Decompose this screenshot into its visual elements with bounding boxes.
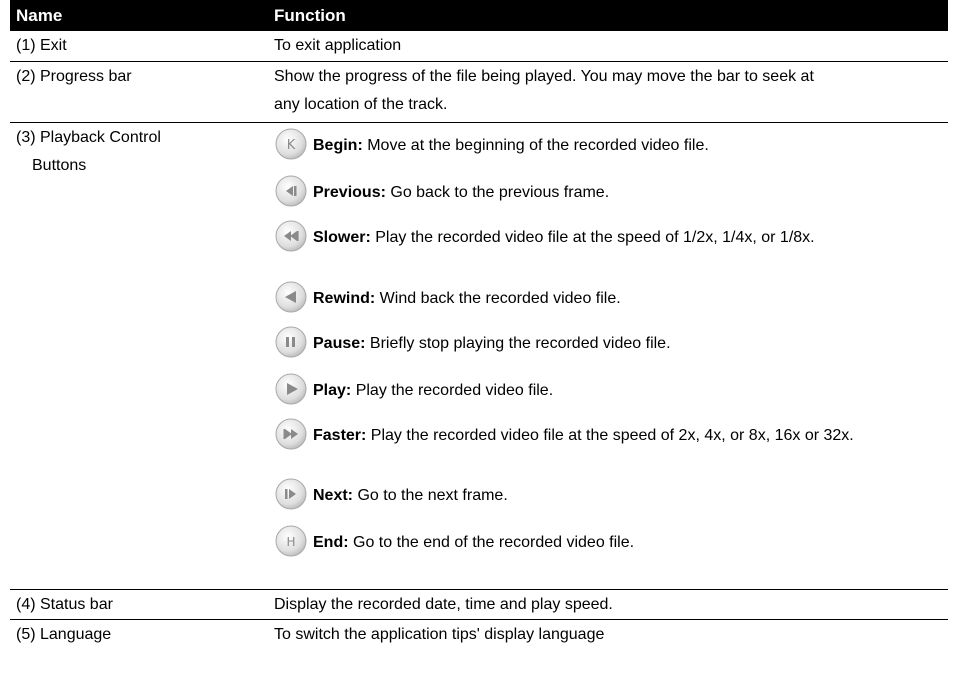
button-description: Rewind: Wind back the recorded video fil… bbox=[313, 282, 933, 313]
button-desc: Play the recorded video file at the spee… bbox=[370, 229, 815, 246]
playback-button-item: Previous: Go back to the previous frame. bbox=[274, 174, 933, 208]
header-function: Function bbox=[274, 6, 346, 25]
button-label: Next: bbox=[313, 487, 354, 504]
playback-button-item: K Begin: Move at the beginning of the rec… bbox=[274, 127, 933, 161]
row-function: To switch the application tips' display … bbox=[274, 626, 605, 643]
row-name: (2) Progress bar bbox=[16, 68, 132, 85]
button-description: End: Go to the end of the recorded video… bbox=[313, 526, 933, 557]
button-desc: Go to the next frame. bbox=[353, 487, 508, 504]
row-name-line2: Buttons bbox=[32, 157, 87, 174]
play-icon bbox=[274, 372, 308, 406]
table-row: (5) Language To switch the application t… bbox=[10, 620, 948, 650]
button-desc: Play the recorded video file. bbox=[351, 382, 554, 399]
button-description: Next: Go to the next frame. bbox=[313, 479, 933, 510]
table-header: Name Function bbox=[10, 0, 948, 31]
table-row: (1) Exit To exit application bbox=[10, 31, 948, 62]
button-description: Previous: Go back to the previous frame. bbox=[313, 176, 933, 207]
playback-button-item: H End: Go to the end of the recorded vide… bbox=[274, 524, 933, 558]
end-icon: H bbox=[274, 524, 308, 558]
playback-button-item: Next: Go to the next frame. bbox=[274, 477, 933, 511]
playback-button-item: Faster: Play the recorded video file at … bbox=[274, 417, 933, 451]
row-function: Display the recorded date, time and play… bbox=[274, 596, 613, 613]
button-label: End: bbox=[313, 534, 349, 551]
row-function: Show the progress of the file being play… bbox=[274, 68, 814, 113]
button-label: Faster: bbox=[313, 427, 367, 444]
function-table: Name Function (1) Exit To exit applicati… bbox=[10, 0, 948, 650]
pause-icon bbox=[274, 325, 308, 359]
button-desc: Briefly stop playing the recorded video … bbox=[365, 335, 671, 352]
button-label: Begin: bbox=[313, 137, 363, 154]
row-function: To exit application bbox=[274, 37, 402, 54]
header-name: Name bbox=[16, 6, 63, 25]
button-label: Slower: bbox=[313, 229, 371, 246]
button-description: Play: Play the recorded video file. bbox=[313, 374, 933, 405]
button-label: Rewind: bbox=[313, 290, 376, 307]
svg-text:K: K bbox=[287, 138, 296, 153]
svg-text:H: H bbox=[286, 535, 295, 549]
button-desc: Play the recorded video file at the spee… bbox=[366, 427, 854, 444]
table-row: (2) Progress bar Show the progress of th… bbox=[10, 62, 948, 123]
button-description: Slower: Play the recorded video file at … bbox=[313, 221, 933, 252]
button-desc: Go to the end of the recorded video file… bbox=[348, 534, 635, 551]
row-name: (4) Status bar bbox=[16, 596, 113, 613]
slower-icon bbox=[274, 219, 308, 253]
playback-button-item: Play: Play the recorded video file. bbox=[274, 372, 933, 406]
begin-icon: K bbox=[274, 127, 308, 161]
button-label: Play: bbox=[313, 382, 352, 399]
playback-button-item: Slower: Play the recorded video file at … bbox=[274, 219, 933, 253]
previous-icon bbox=[274, 174, 308, 208]
button-desc: Go back to the previous frame. bbox=[385, 184, 610, 201]
button-label: Previous: bbox=[313, 184, 386, 201]
playback-button-item: Rewind: Wind back the recorded video fil… bbox=[274, 280, 933, 314]
button-label: Pause: bbox=[313, 335, 366, 352]
button-description: Faster: Play the recorded video file at … bbox=[313, 419, 933, 450]
next-icon bbox=[274, 477, 308, 511]
table-row: (4) Status bar Display the recorded date… bbox=[10, 590, 948, 620]
row-name: (1) Exit bbox=[16, 37, 67, 54]
button-description: Pause: Briefly stop playing the recorded… bbox=[313, 327, 933, 358]
rewind-icon bbox=[274, 280, 308, 314]
table-row: (3) Playback Control Buttons K Begin: Mov… bbox=[10, 123, 948, 590]
row-name: (5) Language bbox=[16, 626, 112, 643]
button-description: Begin: Move at the beginning of the reco… bbox=[313, 129, 933, 160]
row-name: (3) Playback Control Buttons bbox=[16, 124, 161, 180]
button-desc: Move at the beginning of the recorded vi… bbox=[362, 137, 709, 154]
button-desc: Wind back the recorded video file. bbox=[375, 290, 621, 307]
playback-button-item: Pause: Briefly stop playing the recorded… bbox=[274, 325, 933, 359]
faster-icon bbox=[274, 417, 308, 451]
row-name-line1: (3) Playback Control bbox=[16, 129, 161, 146]
